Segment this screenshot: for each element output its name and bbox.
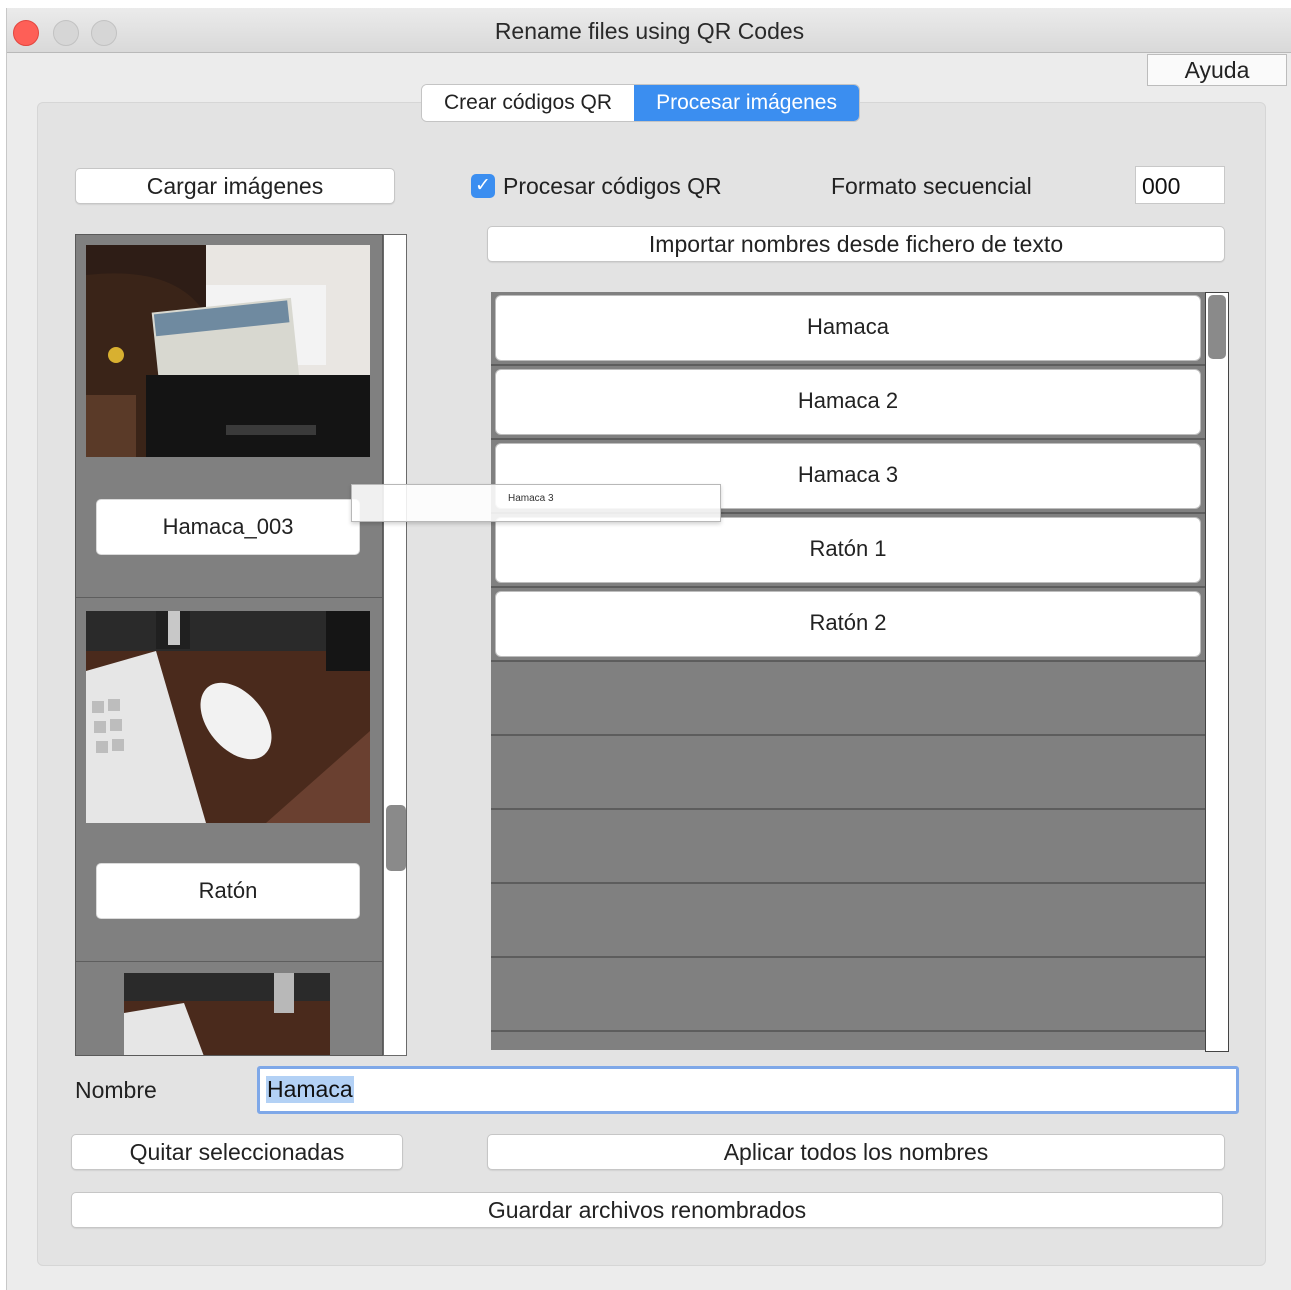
drag-preview: Hamaca 3 bbox=[351, 484, 721, 522]
thumbnail-name-field[interactable]: Hamaca_003 bbox=[96, 499, 360, 555]
empty-list-row bbox=[491, 736, 1205, 810]
process-qr-checkbox[interactable]: ✓ bbox=[471, 174, 495, 198]
names-scrollbar-knob[interactable] bbox=[1208, 295, 1226, 359]
thumbnail-card[interactable]: Ratón bbox=[76, 599, 382, 962]
process-qr-label: Procesar códigos QR bbox=[503, 173, 722, 199]
names-list[interactable]: Hamaca Hamaca 2 Hamaca 3 Ratón 1 Ratón 2 bbox=[491, 292, 1205, 1050]
thumbnail-name-field[interactable]: Ratón bbox=[96, 863, 360, 919]
name-input-value: Hamaca bbox=[266, 1076, 354, 1103]
name-input[interactable]: Hamaca bbox=[257, 1066, 1239, 1114]
list-item[interactable]: Hamaca 2 bbox=[491, 366, 1205, 440]
empty-list-row bbox=[491, 884, 1205, 958]
checkmark-icon: ✓ bbox=[475, 175, 491, 196]
tab-bar: Crear códigos QR Procesar imágenes bbox=[421, 84, 860, 122]
app-window: Rename files using QR Codes Ayuda Crear … bbox=[6, 8, 1291, 1290]
load-images-button[interactable]: Cargar imágenes bbox=[75, 168, 395, 204]
list-item[interactable]: Ratón 1 bbox=[491, 514, 1205, 588]
thumbnail-card[interactable] bbox=[76, 963, 382, 1055]
thumbnail-scrollbar-knob[interactable] bbox=[386, 805, 406, 871]
import-names-button[interactable]: Importar nombres desde fichero de texto bbox=[487, 226, 1225, 262]
list-item[interactable]: Hamaca bbox=[491, 292, 1205, 366]
name-item-button[interactable]: Hamaca 2 bbox=[495, 369, 1201, 435]
apply-all-names-button[interactable]: Aplicar todos los nombres bbox=[487, 1134, 1225, 1170]
thumbnail-card[interactable]: Hamaca_003 bbox=[76, 235, 382, 598]
tab-process-images[interactable]: Procesar imágenes bbox=[634, 85, 859, 121]
names-scrollbar[interactable] bbox=[1205, 292, 1229, 1052]
empty-list-row bbox=[491, 958, 1205, 1032]
thumbnail-image bbox=[86, 245, 370, 457]
image-thumbnail-list[interactable]: Hamaca_003 Ratón bbox=[75, 234, 383, 1056]
save-renamed-files-button[interactable]: Guardar archivos renombrados bbox=[71, 1192, 1223, 1228]
sequential-format-field[interactable]: 000 bbox=[1135, 166, 1225, 204]
sequential-format-label: Formato secuencial bbox=[831, 173, 1032, 199]
help-button[interactable]: Ayuda bbox=[1147, 54, 1287, 86]
name-item-button[interactable]: Hamaca bbox=[495, 295, 1201, 361]
empty-list-row bbox=[491, 810, 1205, 884]
empty-list-row bbox=[491, 662, 1205, 736]
remove-selected-button[interactable]: Quitar seleccionadas bbox=[71, 1134, 403, 1170]
thumbnail-image bbox=[124, 973, 330, 1055]
sequential-format-value: 000 bbox=[1142, 173, 1181, 199]
list-item[interactable]: Ratón 2 bbox=[491, 588, 1205, 662]
tab-create-qr[interactable]: Crear códigos QR bbox=[422, 85, 635, 121]
name-field-label: Nombre bbox=[75, 1077, 157, 1103]
title-bar: Rename files using QR Codes bbox=[7, 8, 1291, 53]
thumbnail-scrollbar[interactable] bbox=[383, 234, 407, 1056]
name-item-button[interactable]: Ratón 2 bbox=[495, 591, 1201, 657]
name-item-button[interactable]: Ratón 1 bbox=[495, 517, 1201, 583]
drag-preview-label: Hamaca 3 bbox=[508, 493, 554, 504]
window-title: Rename files using QR Codes bbox=[494, 18, 805, 44]
thumbnail-image bbox=[86, 611, 370, 823]
